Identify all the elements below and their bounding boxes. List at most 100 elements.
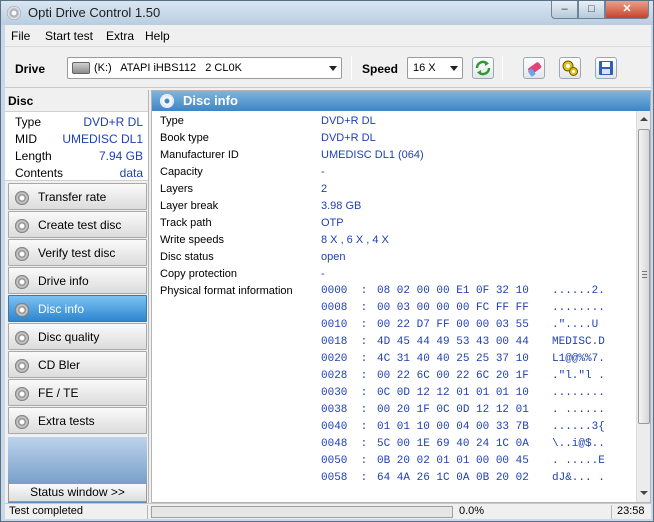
hex-offset: 0040 :	[321, 421, 368, 433]
nav-label: Verify test disc	[38, 246, 116, 260]
info-row: Write speeds 8 X , 6 X , 4 X	[160, 234, 630, 251]
hex-offset: 0058 :	[321, 472, 368, 484]
hex-row: 0028 : 00 22 6C 00 22 6C 20 1F ."l."l .	[321, 370, 621, 387]
info-value: OTP	[321, 217, 344, 229]
nav-transfer-rate[interactable]: Transfer rate	[8, 183, 147, 210]
vertical-scrollbar[interactable]	[636, 111, 650, 502]
title-bar[interactable]: Opti Drive Control 1.50 – □ ✕	[1, 1, 653, 25]
info-row: Book type DVD+R DL	[160, 132, 630, 149]
info-row: Disc status open	[160, 251, 630, 268]
menu-help[interactable]: Help	[145, 29, 170, 43]
save-button[interactable]	[595, 57, 617, 79]
summary-row: Type DVD+R DL	[15, 115, 143, 131]
info-row: Copy protection -	[160, 268, 630, 285]
hex-offset: 0008 :	[321, 302, 368, 314]
info-key: Layers	[160, 183, 194, 195]
hex-ascii: . .....E	[552, 455, 605, 467]
info-value: DVD+R DL	[321, 115, 376, 127]
hex-row: 0030 : 0C 0D 12 12 01 01 01 10........	[321, 387, 621, 404]
summary-key: MID	[15, 132, 37, 146]
disc-icon	[15, 415, 29, 429]
hex-row: 0048 : 5C 00 1E 69 40 24 1C 0A \..i@$..	[321, 438, 621, 455]
status-window-button[interactable]: Status window >>	[8, 483, 147, 502]
summary-key: Contents	[15, 166, 64, 180]
info-key: Write speeds	[160, 234, 224, 246]
hex-bytes: 00 20 1F 0C 0D 12 12 01	[377, 404, 529, 416]
nav-disc-info[interactable]: Disc info	[8, 295, 147, 322]
hex-row: 0000 : 08 02 00 00 E1 0F 32 10 ......2.	[321, 285, 621, 302]
summary-row: Length 7.94 GB	[15, 149, 143, 165]
nav-label: Create test disc	[38, 218, 122, 232]
chevron-down-icon	[329, 66, 337, 71]
disc-heading: Disc	[8, 94, 34, 108]
nav-label: Disc info	[38, 302, 85, 316]
hex-row: 0018 : 4D 45 44 49 53 43 00 44 MEDISC.D	[321, 336, 621, 353]
minimize-button[interactable]: –	[551, 1, 578, 19]
window-title: Opti Drive Control 1.50	[28, 5, 161, 20]
nav-fe-te[interactable]: FE / TE	[8, 379, 147, 406]
refresh-icon	[475, 60, 491, 76]
summary-key: Type	[15, 115, 42, 129]
disc-icon	[15, 331, 29, 345]
nav-label: Extra tests	[38, 414, 95, 428]
nav-label: FE / TE	[38, 386, 79, 400]
info-row: Track path OTP	[160, 217, 630, 234]
hex-ascii: ......2.	[552, 285, 605, 297]
speed-select[interactable]: 16 X	[407, 57, 463, 79]
disc-icon	[15, 247, 29, 261]
hex-bytes: 00 03 00 00 00 FC FF FF	[377, 302, 529, 314]
hex-ascii: MEDISC.D	[552, 336, 605, 348]
info-value: -	[321, 268, 325, 280]
hex-ascii: ."....U	[552, 319, 599, 331]
settings-button[interactable]	[559, 57, 581, 79]
summary-row: MID UMEDISC DL1	[15, 132, 143, 148]
disc-icon	[15, 275, 29, 289]
summary-row: Contents data	[15, 166, 143, 182]
summary-value: UMEDISC DL1	[62, 132, 143, 146]
maximize-button[interactable]: □	[578, 1, 605, 19]
hex-row: 0008 : 00 03 00 00 00 FC FF FF........	[321, 302, 621, 319]
hex-ascii: ......3{	[552, 421, 605, 433]
speed-label: Speed	[362, 62, 399, 76]
sidebar: Disc Type DVD+R DL MID UMEDISC DL1 Lengt…	[5, 90, 149, 503]
nav-drive-info[interactable]: Drive info	[8, 267, 147, 294]
hex-offset: 0030 :	[321, 387, 368, 399]
scroll-down-icon[interactable]	[638, 487, 650, 500]
hex-offset: 0010 :	[321, 319, 368, 331]
info-key: Copy protection	[160, 268, 238, 280]
hex-row: 0010 : 00 22 D7 FF 00 00 03 55 ."....U	[321, 319, 621, 336]
menu-start-test[interactable]: Start test	[45, 29, 93, 43]
menu-file[interactable]: File	[11, 29, 30, 43]
scroll-up-icon[interactable]	[638, 113, 650, 126]
drive-label: Drive	[15, 62, 46, 76]
hex-ascii: dJ&... .	[552, 472, 605, 484]
menu-extra[interactable]: Extra	[106, 29, 134, 43]
hex-row: 0058 : 64 4A 26 1C 0A 0B 20 02 dJ&... .	[321, 472, 621, 489]
hex-ascii: ........	[552, 387, 605, 399]
hex-offset: 0020 :	[321, 353, 368, 365]
info-key: Type	[160, 115, 184, 127]
disc-icon	[15, 219, 29, 233]
nav-create-test-disc[interactable]: Create test disc	[8, 211, 147, 238]
close-button[interactable]: ✕	[605, 1, 649, 19]
nav-label: Transfer rate	[38, 190, 107, 204]
nav-cd-bler[interactable]: CD Bler	[8, 351, 147, 378]
status-text: Test completed	[9, 505, 83, 517]
drive-select[interactable]: (K:) ATAPI iHBS112 2 CL0K	[67, 57, 342, 79]
progress-label: 0.0%	[459, 505, 485, 517]
nav-extra-tests[interactable]: Extra tests	[8, 407, 147, 434]
refresh-button[interactable]	[472, 57, 494, 79]
status-time: 23:58	[617, 505, 645, 517]
nav-disc-quality[interactable]: Disc quality	[8, 323, 147, 350]
info-row: Type DVD+R DL	[160, 115, 630, 132]
info-row: Manufacturer ID UMEDISC DL1 (064)	[160, 149, 630, 166]
info-key: Physical format information	[160, 285, 293, 297]
nav-verify-test-disc[interactable]: Verify test disc	[8, 239, 147, 266]
scrollbar-thumb[interactable]	[638, 129, 650, 424]
hex-ascii: . ......	[552, 404, 605, 416]
hex-bytes: 00 22 6C 00 22 6C 20 1F	[377, 370, 529, 382]
erase-button[interactable]	[523, 57, 545, 79]
hex-bytes: 4C 31 40 40 25 25 37 10	[377, 353, 529, 365]
eraser-icon	[528, 62, 542, 77]
menu-bar: File Start test Extra Help	[5, 25, 651, 47]
